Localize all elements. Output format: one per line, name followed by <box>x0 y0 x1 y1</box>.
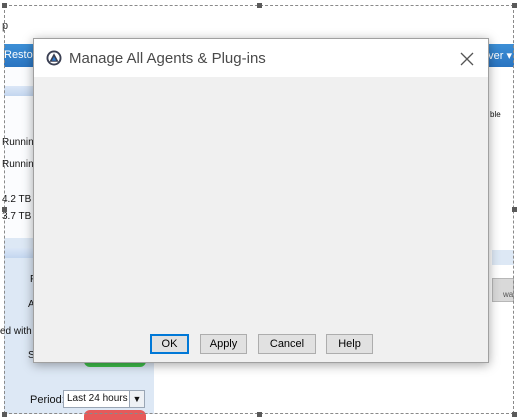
resize-handle[interactable] <box>512 207 517 212</box>
manage-agents-dialog: Manage All Agents & Plug-ins OK Apply Ca… <box>33 38 489 363</box>
dialog-title: Manage All Agents & Plug-ins <box>69 50 266 67</box>
close-icon[interactable] <box>456 48 478 70</box>
resize-handle[interactable] <box>257 3 262 8</box>
resize-handle[interactable] <box>2 3 7 8</box>
resize-handle[interactable] <box>512 3 517 8</box>
app-logo-icon <box>46 50 62 66</box>
resize-handle[interactable] <box>257 412 262 417</box>
resize-handle[interactable] <box>512 412 517 417</box>
help-button[interactable]: Help <box>326 334 373 354</box>
ok-button[interactable]: OK <box>150 334 189 354</box>
resize-handle[interactable] <box>2 412 7 417</box>
apply-button[interactable]: Apply <box>200 334 247 354</box>
cancel-button[interactable]: Cancel <box>258 334 316 354</box>
resize-handle[interactable] <box>2 207 7 212</box>
dialog-titlebar[interactable]: Manage All Agents & Plug-ins <box>34 39 488 77</box>
